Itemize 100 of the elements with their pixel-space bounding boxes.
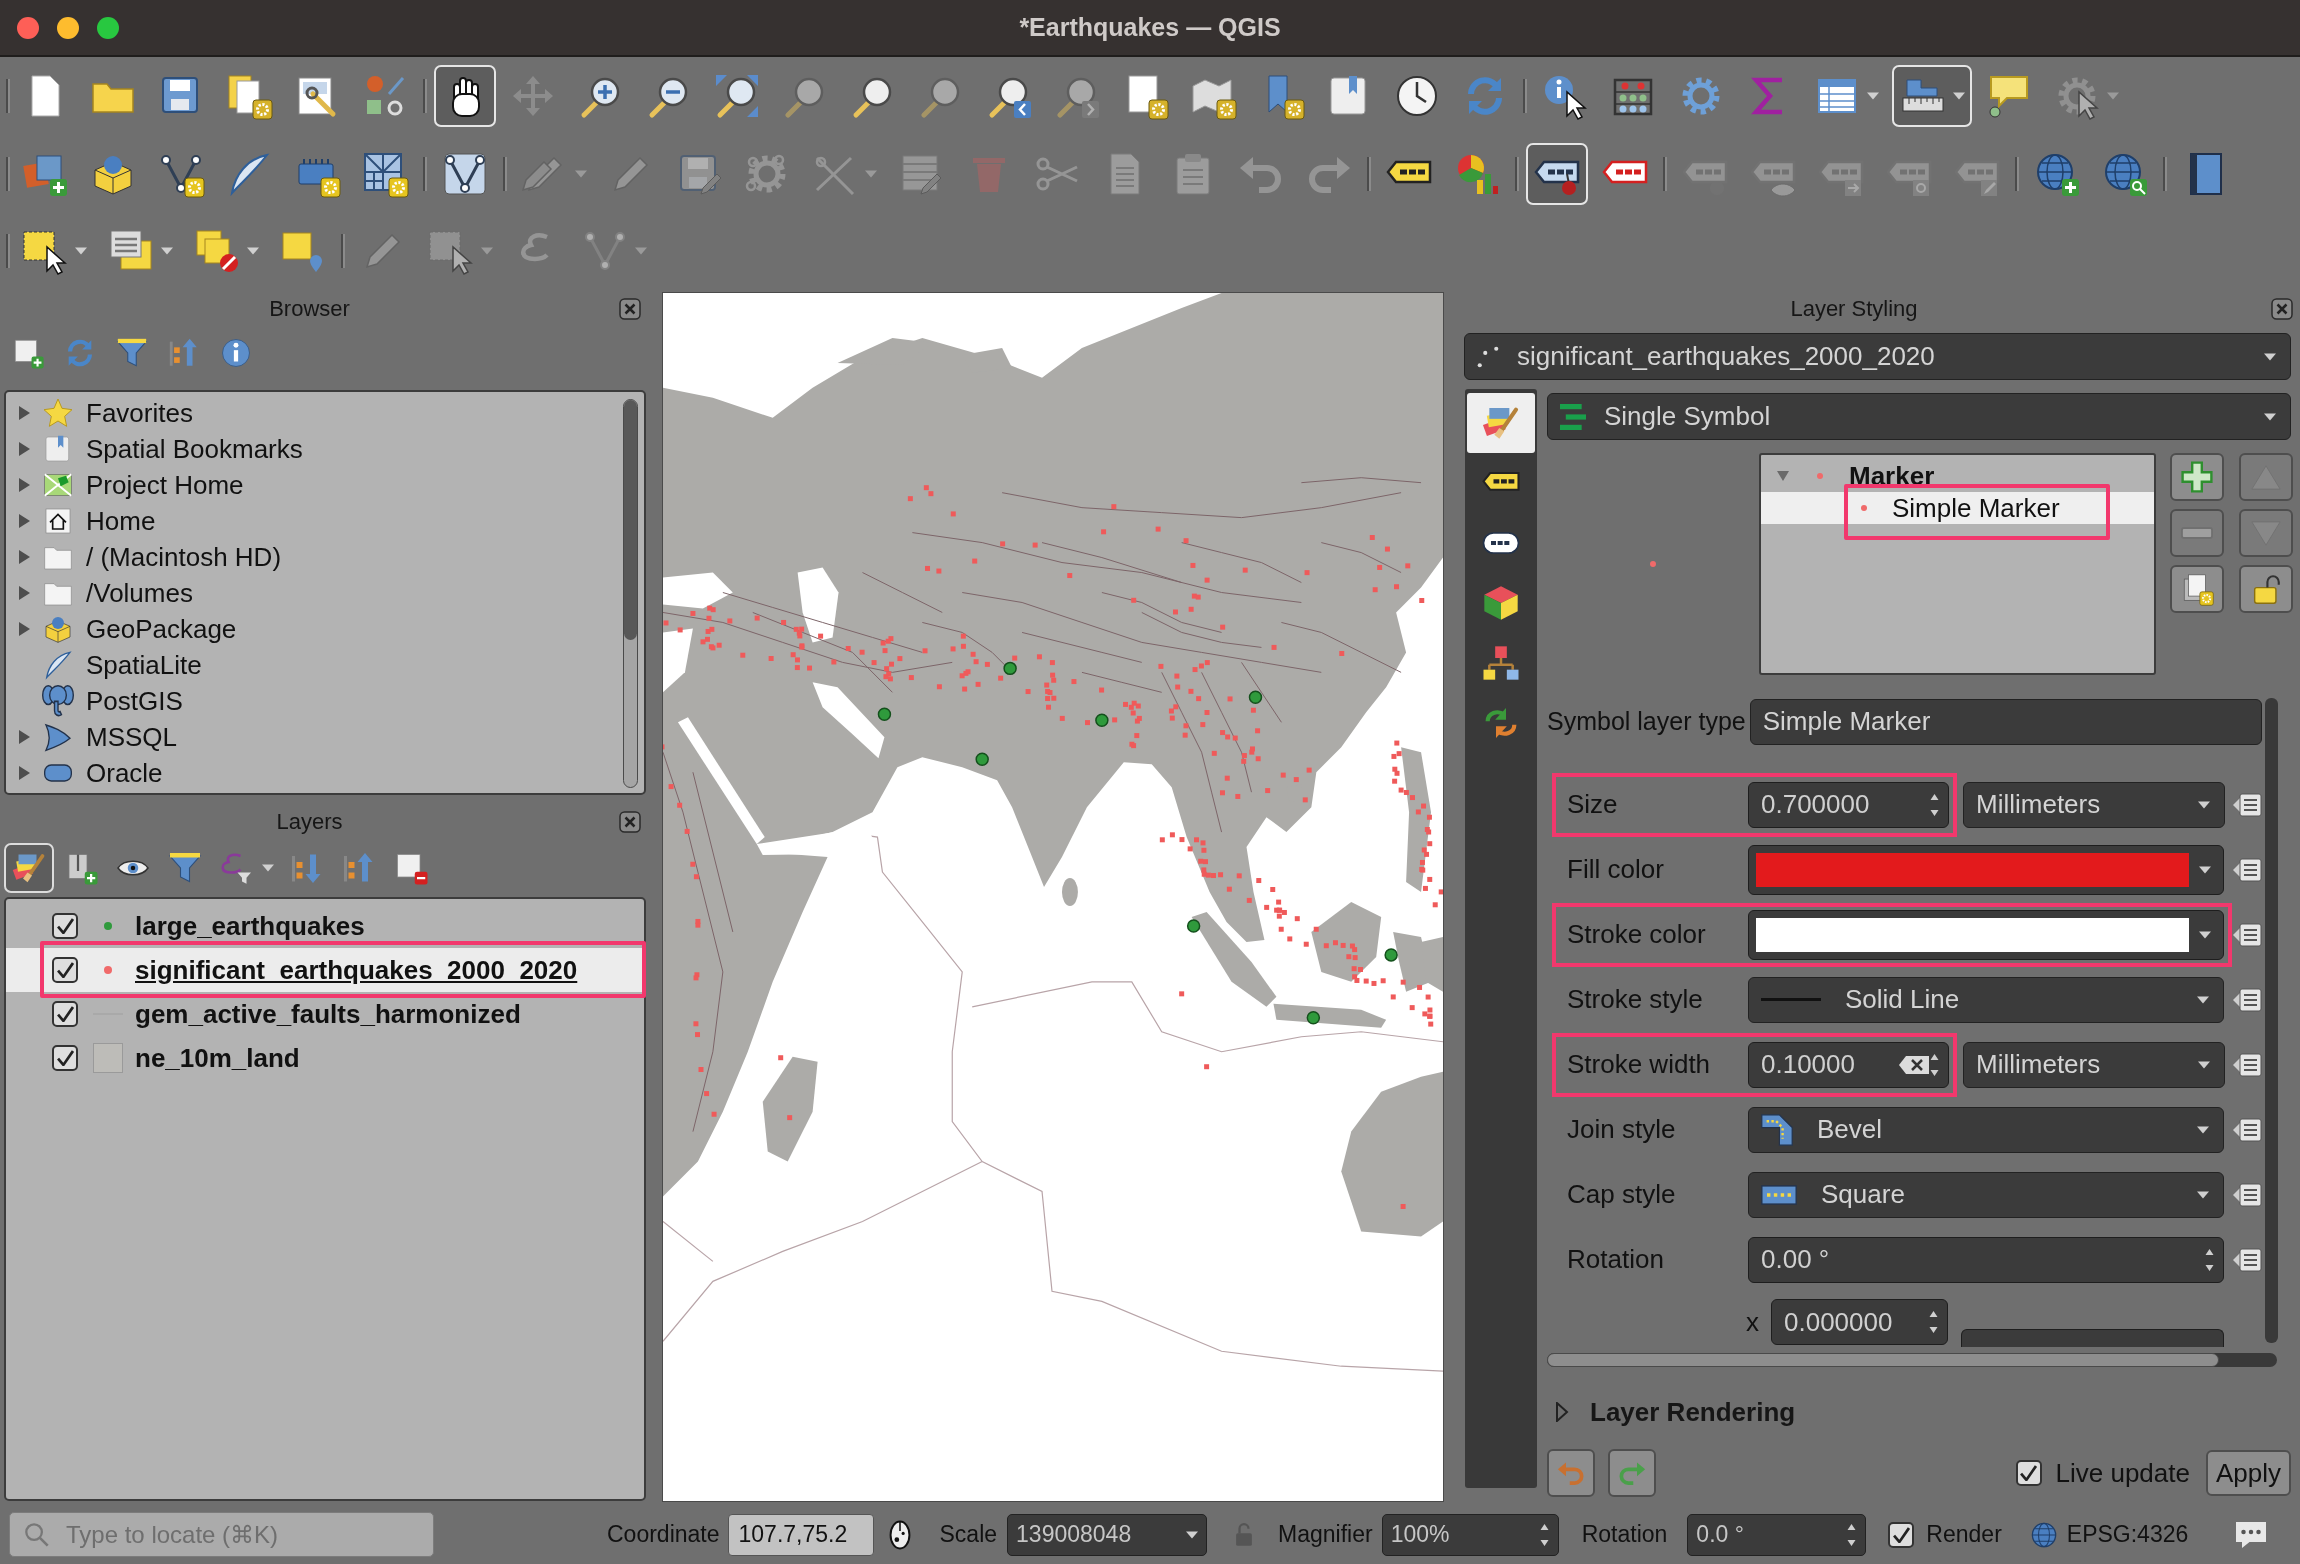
magnifier-spin-box[interactable]: 100% [1381,1513,1559,1556]
render-checkbox[interactable] [1888,1521,1915,1548]
spin-arrows-icon[interactable] [1846,1521,1858,1548]
undo-button[interactable] [1547,1449,1595,1497]
caret-icon[interactable] [75,247,87,256]
close-icon[interactable] [2271,298,2293,320]
layer-checkbox[interactable] [52,957,78,983]
scrollbar[interactable] [623,399,638,788]
spin-arrows-icon[interactable] [1929,791,1940,818]
layer-checkbox[interactable] [52,1001,78,1027]
layer-row[interactable]: large_earthquakes [6,904,644,948]
spin-arrows-icon[interactable] [2204,1246,2215,1273]
section-toggle[interactable]: Layer Rendering [1547,1397,1796,1427]
data-defined-icon[interactable] [2232,1116,2262,1143]
toolbar-button[interactable] [1892,64,1972,127]
expand-arrow-icon[interactable] [17,550,31,564]
expand-arrow-icon[interactable] [17,766,31,780]
browser-item[interactable]: GeoPackage [86,613,237,645]
data-defined-icon[interactable] [2232,1181,2262,1208]
renderer-dropdown[interactable]: Single Symbol [1547,393,2291,440]
chat-bubble-icon[interactable] [2236,1521,2266,1548]
layer-name[interactable]: ne_10m_land [135,1042,300,1074]
scrollbar-thumb[interactable] [624,400,637,640]
caret-icon[interactable] [1867,91,1879,100]
layer-dropdown[interactable]: significant_earthquakes_2000_2020 [1464,333,2291,380]
browser-item[interactable]: Spatial Bookmarks [86,433,303,465]
caret-icon[interactable] [161,247,173,256]
symbol-layer-button[interactable] [2239,565,2293,613]
expand-arrow-icon[interactable] [17,406,31,420]
caret-icon[interactable] [2199,930,2211,939]
data-defined-icon[interactable] [2232,1051,2262,1078]
expand-arrow-icon[interactable] [1777,471,1789,481]
symbol-layer-row[interactable]: Simple Marker [1761,492,2154,524]
data-defined-icon[interactable] [2232,791,2262,818]
color-button[interactable] [1748,844,2224,895]
spin-box[interactable]: 0.10000 [1748,1041,1949,1088]
live-update-checkbox[interactable] [2015,1460,2042,1486]
data-defined-icon[interactable] [2232,921,2262,948]
funnel-icon[interactable] [115,336,149,370]
color-button[interactable] [1748,909,2224,960]
window-close-button[interactable] [17,16,39,39]
caret-icon[interactable] [2197,995,2209,1004]
coordinate-field[interactable]: 107.7,75.2 [727,1513,874,1556]
layer-row[interactable]: significant_earthquakes_2000_2020 [6,948,644,992]
browser-item[interactable]: PostGIS [86,685,183,717]
close-icon[interactable] [619,811,641,833]
dropdown[interactable]: Square [1748,1171,2224,1218]
unit-dropdown[interactable]: Millimeters [1963,781,2225,828]
caret-icon[interactable] [1186,1530,1199,1539]
caret-icon[interactable] [2197,1125,2209,1134]
symbol-tree-item[interactable]: Simple Marker [1892,492,2060,524]
expand-arrow-icon[interactable] [17,622,31,636]
spin-box[interactable]: 0.00 ° [1748,1236,2224,1283]
layer-checkbox[interactable] [52,913,78,939]
data-defined-icon[interactable] [2232,856,2262,883]
scrollbar[interactable] [2265,698,2278,1343]
spin-arrows-icon[interactable] [1538,1521,1550,1548]
symbol-layer-button[interactable] [2170,453,2224,501]
clear-icon[interactable] [1899,1053,1929,1076]
layer-row[interactable]: ne_10m_land [6,1036,644,1080]
toolbar-button[interactable] [1526,142,1588,205]
caret-icon[interactable] [2198,800,2210,809]
layer-row[interactable]: gem_active_faults_harmonized [6,992,644,1036]
data-defined-icon[interactable] [2232,1246,2262,1273]
apply-button[interactable]: Apply [2205,1450,2291,1496]
expand-arrow-icon[interactable] [17,730,31,744]
scale-dropdown[interactable]: 139008048 [1007,1513,1208,1556]
browser-item[interactable]: Oracle [86,757,163,789]
symbol-layer-button[interactable] [2170,565,2224,613]
mouse-icon[interactable] [888,1519,911,1550]
spin-arrows-icon[interactable] [1929,1051,1940,1078]
browser-item[interactable]: Favorites [86,397,193,429]
browser-item[interactable]: / (Macintosh HD) [86,541,282,573]
window-minimize-button[interactable] [57,16,79,39]
dropdown[interactable]: Bevel [1748,1106,2224,1153]
browser-item[interactable]: MSSQL [86,721,178,753]
spin-box[interactable]: 0.000000 [1771,1299,1948,1345]
expand-arrow-icon[interactable] [17,586,31,600]
layer-name[interactable]: large_earthquakes [135,910,365,942]
symbol-layer-type-dropdown[interactable]: Simple Marker [1749,698,2262,745]
caret-icon[interactable] [2198,1060,2210,1069]
browser-item[interactable]: SpatiaLite [86,649,202,681]
caret-icon[interactable] [247,247,259,256]
caret-icon[interactable] [262,864,274,872]
dropdown[interactable]: Solid Line [1748,976,2224,1023]
browser-item[interactable]: Home [86,505,156,537]
info-icon[interactable] [219,336,253,370]
window-zoom-button[interactable] [97,16,119,39]
caret-icon[interactable] [2264,352,2276,361]
expand-arrow-icon[interactable] [17,514,31,528]
browser-item[interactable]: Project Home [86,469,244,501]
browser-item[interactable]: /Volumes [86,577,193,609]
toolbar-button[interactable] [434,64,496,127]
expand-arrow-icon[interactable] [17,478,31,492]
spin-box[interactable]: 0.700000 [1748,781,1949,828]
layer-name[interactable]: significant_earthquakes_2000_2020 [135,954,578,986]
close-icon[interactable] [619,298,641,320]
caret-icon[interactable] [1953,91,1965,100]
data-defined-icon[interactable] [2232,986,2262,1013]
redo-button[interactable] [1608,1449,1656,1497]
